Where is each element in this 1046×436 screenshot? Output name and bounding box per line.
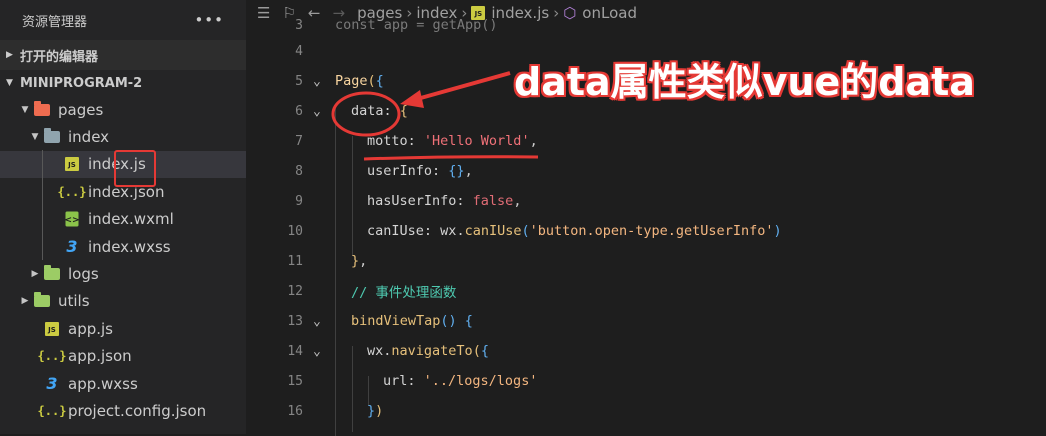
tree-item-app-json[interactable]: {..} app.json	[0, 343, 246, 370]
code-line: 9 hasUserInfo: false,	[247, 186, 1046, 216]
fold-chevron-icon[interactable]: ⌄	[313, 314, 325, 329]
fold-chevron-icon[interactable]: ⌄	[313, 344, 325, 359]
chevron-right-icon: ▶	[21, 296, 29, 307]
tree-item-label: app.wxss	[68, 374, 138, 393]
indent-guide	[42, 150, 43, 260]
code-token: wx	[440, 223, 457, 239]
code-comment: // 事件处理函数	[351, 285, 457, 301]
explorer-header: 资源管理器 •••	[0, 0, 246, 40]
tree-item-label: app.js	[68, 319, 113, 338]
json-file-icon: {..}	[37, 349, 67, 364]
code-token: data	[351, 103, 384, 119]
code-token: 'button.open-type.getUserInfo'	[529, 223, 774, 239]
code-token: bindViewTap	[351, 313, 441, 329]
line-number: 13	[287, 313, 303, 329]
code-token: Page	[335, 73, 368, 89]
json-file-icon: {..}	[37, 403, 67, 418]
explorer-sidebar: 资源管理器 ••• ▶ 打开的编辑器 ▼ MINIPROGRAM-2 ▼ pag…	[0, 0, 246, 434]
line-number: 11	[287, 253, 303, 269]
code-token: canIUse	[464, 223, 522, 239]
line-number: 14	[287, 343, 303, 359]
code-text: const app = getApp()	[335, 17, 498, 33]
line-number: 15	[287, 373, 303, 389]
tree-item-pages[interactable]: ▼ pages	[0, 96, 246, 123]
line-number: 9	[295, 193, 303, 209]
open-editors-section[interactable]: ▶ 打开的编辑器	[0, 40, 246, 70]
code-token: wx	[367, 343, 384, 359]
css-file-icon: 3	[66, 237, 78, 257]
js-file-icon: JS	[62, 156, 82, 172]
code-token: canIUse	[367, 223, 424, 239]
line-number: 16	[287, 403, 303, 419]
json-file-icon: {..}	[57, 184, 87, 199]
chevron-down-icon: ▼	[31, 132, 39, 143]
explorer-title: 资源管理器	[22, 14, 88, 30]
code-line: 12 // 事件处理函数	[247, 276, 1046, 306]
code-token: hasUserInfo	[367, 193, 457, 209]
chevron-right-icon: ▶	[6, 50, 13, 60]
code-line: 14 ⌄ wx.navigateTo({	[247, 336, 1046, 366]
chevron-down-icon: ▼	[6, 78, 13, 88]
tree-item-index-wxml[interactable]: <> index.wxml	[0, 206, 246, 233]
highlight-box	[114, 150, 156, 187]
project-label: MINIPROGRAM-2	[20, 75, 143, 91]
tree-item-app-wxss[interactable]: 3 app.wxss	[0, 370, 246, 397]
js-file-icon: JS	[42, 321, 62, 337]
wxml-file-icon: <>	[62, 211, 82, 227]
folder-open-icon	[42, 128, 62, 145]
code-token: userInfo	[367, 163, 433, 179]
code-line: 8 userInfo: {},	[247, 156, 1046, 186]
tree-item-app-js[interactable]: JS app.js	[0, 315, 246, 342]
line-number: 10	[287, 223, 303, 239]
tree-item-label: index.wxml	[88, 210, 174, 229]
fold-chevron-icon[interactable]: ⌄	[313, 104, 325, 119]
line-number: 4	[295, 43, 303, 59]
folder-open-icon	[32, 100, 52, 118]
tree-item-project-config[interactable]: {..} project.config.json	[0, 397, 246, 424]
code-token: '../logs/logs'	[423, 373, 538, 389]
tree-item-label: logs	[68, 265, 99, 284]
code-line: 15 url: '../logs/logs'	[247, 366, 1046, 396]
code-line: 10 canIUse: wx.canIUse('button.open-type…	[247, 216, 1046, 246]
chevron-down-icon: ▼	[21, 104, 29, 115]
tree-item-index-wxss[interactable]: 3 index.wxss	[0, 233, 246, 260]
code-line: 11 },	[247, 246, 1046, 276]
folder-icon	[42, 265, 62, 282]
code-token: url	[383, 373, 408, 389]
tree-item-label: project.config.json	[68, 401, 207, 420]
tree-item-label: utils	[58, 292, 90, 311]
line-number: 7	[295, 133, 303, 149]
project-section[interactable]: ▼ MINIPROGRAM-2	[0, 70, 246, 96]
tree-item-logs[interactable]: ▶ logs	[0, 260, 246, 287]
folder-icon	[32, 292, 52, 309]
line-number: 5	[295, 73, 303, 89]
svg-text:<>: <>	[65, 216, 79, 226]
line-number: 3	[295, 17, 303, 33]
code-token: navigateTo	[391, 343, 473, 359]
css-file-icon: 3	[46, 374, 58, 394]
tree-item-label: pages	[58, 100, 104, 119]
code-token: 'Hello World'	[423, 133, 530, 149]
line-number: 12	[287, 283, 303, 299]
tree-item-label: app.json	[68, 347, 132, 366]
tree-item-label: index.wxss	[88, 237, 171, 256]
line-number: 8	[295, 163, 303, 179]
chevron-right-icon: ▶	[31, 269, 39, 280]
code-line: 13 ⌄ bindViewTap() {	[247, 306, 1046, 336]
fold-chevron-icon[interactable]: ⌄	[313, 74, 325, 89]
more-actions-icon[interactable]: •••	[194, 11, 224, 29]
tree-item-utils[interactable]: ▶ utils	[0, 288, 246, 315]
code-line: 7 motto: 'Hello World',	[247, 126, 1046, 156]
open-editors-label: 打开的编辑器	[20, 49, 99, 65]
annotation-label: data属性类似vue的data	[514, 60, 975, 104]
code-token: motto	[367, 133, 408, 149]
tree-item-index[interactable]: ▼ index	[0, 123, 246, 150]
tree-item-label: index	[68, 128, 110, 147]
code-line: 16 })	[247, 396, 1046, 426]
file-tree: ▼ pages ▼ index JS index.js {..} index.j…	[0, 96, 246, 425]
line-number: 6	[295, 103, 303, 119]
code-token: false	[472, 193, 514, 209]
